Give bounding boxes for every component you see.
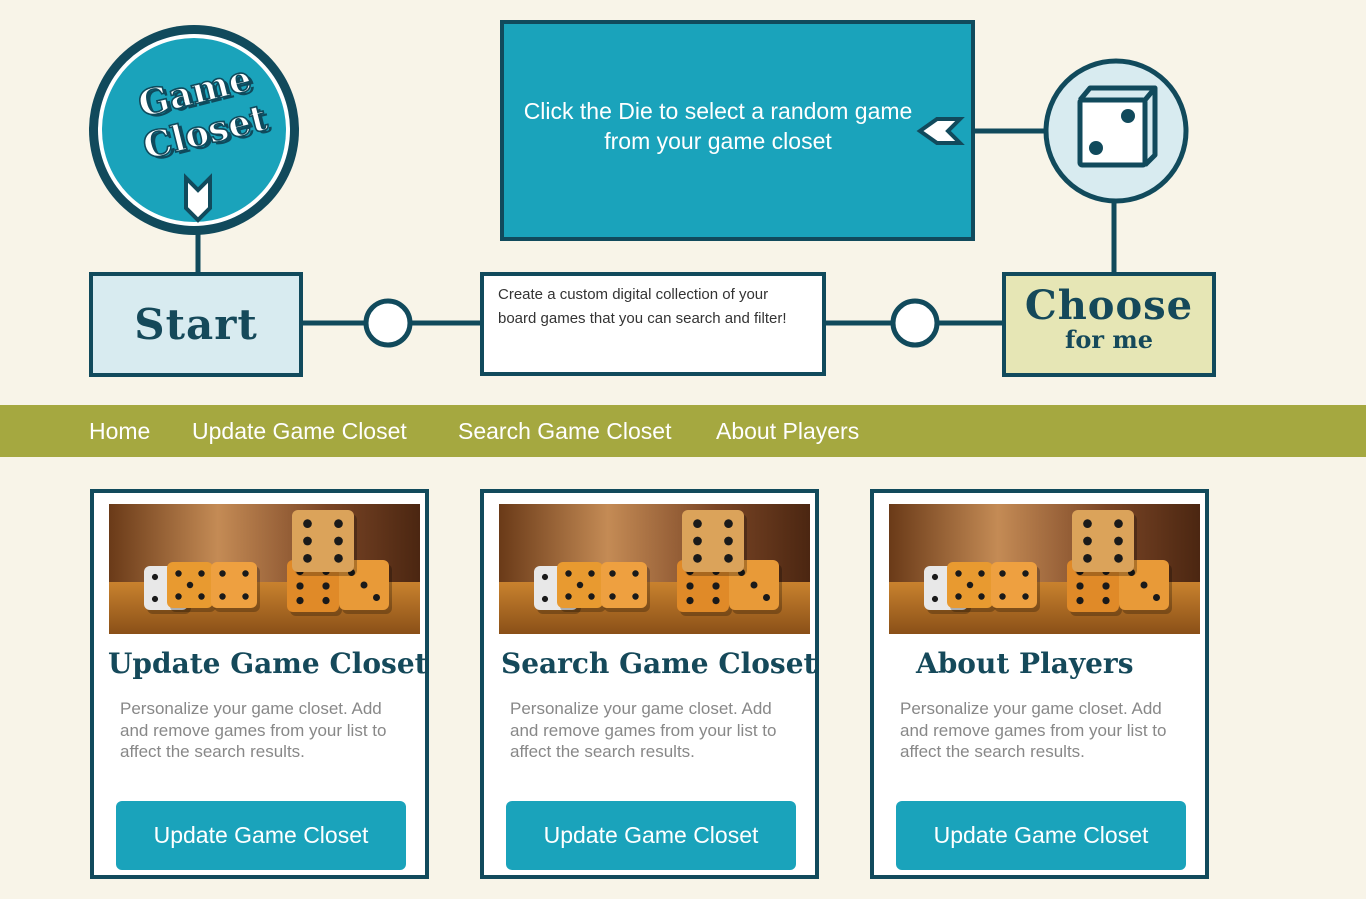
nav-update-game-closet[interactable]: Update Game Closet [192, 405, 407, 457]
dice-photo [499, 504, 810, 634]
nav-about-players[interactable]: About Players [716, 405, 859, 457]
card-title: Search Game Closet [501, 647, 817, 680]
card-about-players: About Players Personalize your game clos… [870, 489, 1209, 879]
nav-search-game-closet[interactable]: Search Game Closet [458, 405, 671, 457]
nav-bar: Home Update Game Closet Search Game Clos… [0, 405, 1366, 457]
choose-for-me-button[interactable]: Choose for me [1005, 282, 1213, 354]
die-button[interactable] [1043, 58, 1189, 204]
connector-dot-right [890, 298, 940, 348]
start-label: Start [134, 300, 258, 349]
random-prompt-text: Click the Die to select a random game fr… [523, 98, 913, 154]
update-game-closet-button[interactable]: Update Game Closet [116, 801, 406, 870]
card-title: Update Game Closet [108, 647, 428, 680]
update-game-closet-button[interactable]: Update Game Closet [896, 801, 1186, 870]
dice-photo [109, 504, 420, 634]
connector-dot-left [363, 298, 413, 348]
card-description: Personalize your game closet. Add and re… [900, 699, 1167, 761]
dice-photo [889, 504, 1200, 634]
card-update-game-closet: Update Game Closet Personalize your game… [90, 489, 429, 879]
card-title: About Players [916, 647, 1134, 680]
choose-label-line-1: Choose [1024, 282, 1194, 329]
choose-label-line-2: for me [1065, 325, 1153, 354]
card-description: Personalize your game closet. Add and re… [120, 699, 387, 761]
update-game-closet-button[interactable]: Update Game Closet [506, 801, 796, 870]
description-text: Create a custom digital collection of yo… [498, 286, 787, 327]
card-search-game-closet: Search Game Closet Personalize your game… [480, 489, 819, 879]
nav-home[interactable]: Home [89, 405, 150, 457]
die-icon [1077, 85, 1158, 168]
card-description: Personalize your game closet. Add and re… [510, 699, 777, 761]
